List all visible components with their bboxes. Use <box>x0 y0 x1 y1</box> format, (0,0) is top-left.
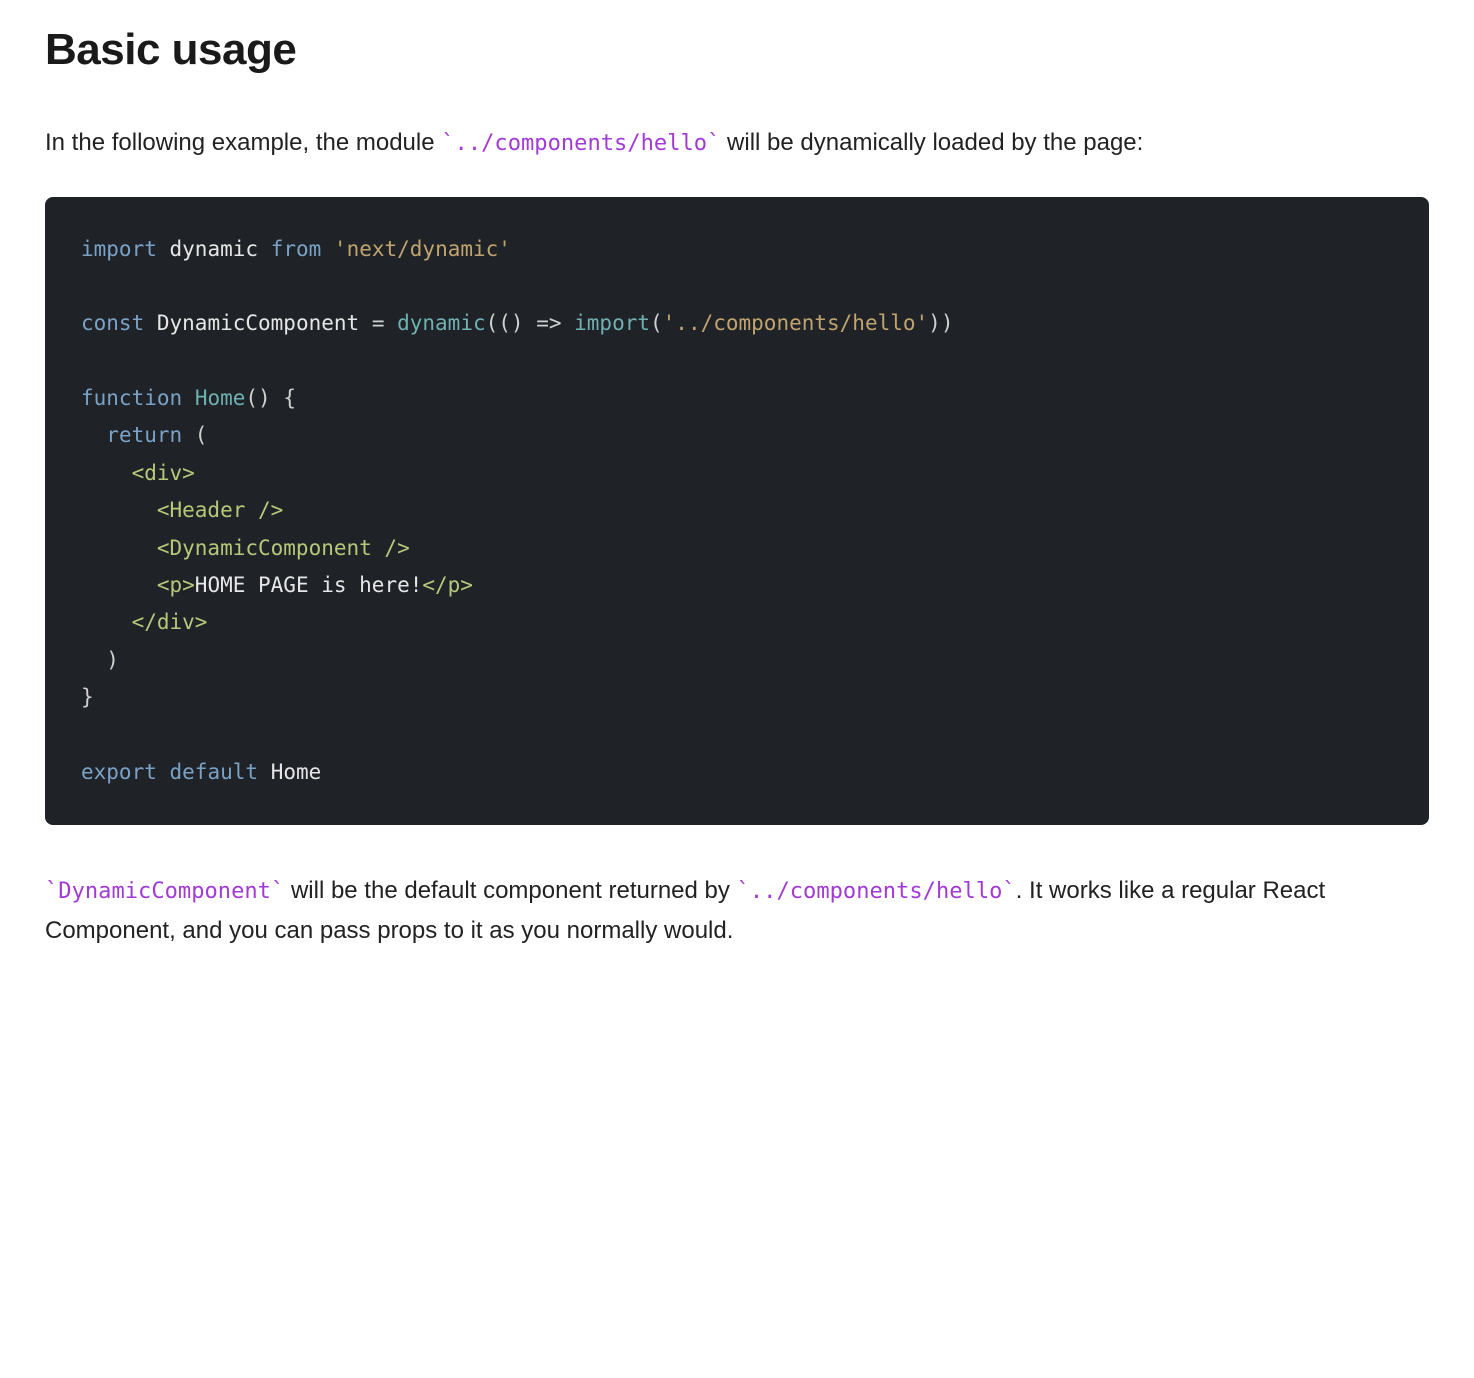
code-token: default <box>170 760 259 784</box>
section-heading: Basic usage <box>45 25 1429 75</box>
outro-paragraph: DynamicComponent will be the default com… <box>45 871 1429 950</box>
code-token: const <box>81 311 144 335</box>
intro-text-after: will be dynamically loaded by the page: <box>720 129 1143 156</box>
code-token: ( <box>650 311 663 335</box>
code-token: dynamic <box>397 311 486 335</box>
code-token: ) <box>106 648 119 672</box>
code-token: Home <box>271 760 322 784</box>
code-token: Home <box>195 386 246 410</box>
code-token: <p> <box>157 573 195 597</box>
code-token: ( <box>182 423 207 447</box>
intro-paragraph: In the following example, the module ../… <box>45 123 1429 163</box>
code-token: () => <box>498 311 574 335</box>
code-token: import <box>574 311 650 335</box>
code-token: <DynamicComponent /> <box>157 536 410 560</box>
code-token: = <box>359 311 397 335</box>
outro-text-1: will be the default component returned b… <box>284 877 736 904</box>
code-token: ( <box>486 311 499 335</box>
code-token: () { <box>245 386 296 410</box>
code-token: export <box>81 760 157 784</box>
outro-code-1: DynamicComponent <box>45 879 284 904</box>
code-token: <div> <box>132 461 195 485</box>
code-token: )) <box>928 311 953 335</box>
code-token: DynamicComponent <box>157 311 359 335</box>
outro-code-2: ../components/hello <box>737 879 1016 904</box>
intro-text-before: In the following example, the module <box>45 129 441 156</box>
code-token: dynamic <box>170 237 259 261</box>
code-token: 'next/dynamic' <box>334 237 511 261</box>
code-block: import dynamic from 'next/dynamic' const… <box>45 197 1429 826</box>
code-token: import <box>81 237 157 261</box>
code-token: HOME PAGE is here! <box>195 573 423 597</box>
code-token: return <box>106 423 182 447</box>
code-token: } <box>81 685 94 709</box>
code-token: </p> <box>422 573 473 597</box>
code-token: function <box>81 386 182 410</box>
intro-module-path: ../components/hello <box>441 131 720 156</box>
code-token: </div> <box>132 610 208 634</box>
code-token: from <box>271 237 322 261</box>
code-token: '../components/hello' <box>663 311 929 335</box>
code-token: <Header /> <box>157 498 283 522</box>
